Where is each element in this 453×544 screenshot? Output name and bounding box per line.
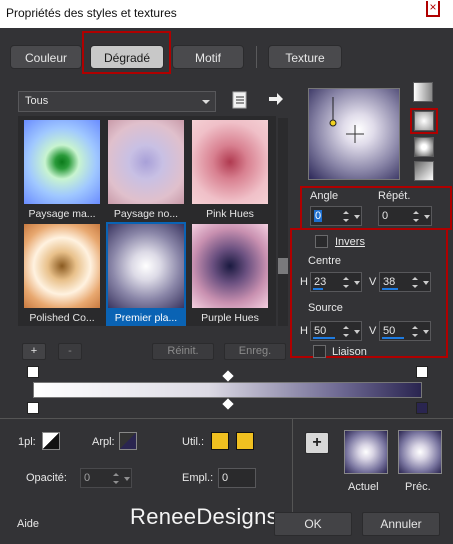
gallery-scrollbar[interactable] [278,118,288,326]
tab-motif[interactable]: Motif [172,45,244,69]
document-icon[interactable] [232,91,248,109]
opacity-label: Opacité: [26,472,67,484]
current-label: Actuel [348,481,379,493]
gallery-item[interactable]: Paysage no... [106,118,186,222]
reset-button[interactable]: Réinit. [152,343,214,360]
centre-v-spinbox[interactable]: 38 [379,272,431,292]
gallery-item-selected[interactable]: Premier pla... [106,222,186,326]
source-h-level [313,337,335,339]
panel-divider [292,418,293,516]
repeat-label: Répét. [378,190,411,202]
background-plane-label: Arpl: [92,436,115,448]
opacity-stop-left[interactable] [27,366,39,378]
user-color-swatch-2[interactable] [236,432,254,450]
source-v-level [382,337,404,339]
help-link[interactable]: Aide [17,518,39,530]
linear-gradient-mode-icon[interactable] [413,82,433,102]
angle-label: Angle [310,190,339,202]
gallery-filter-select[interactable]: Tous [18,91,216,112]
watermark-text: ReneeDesigns [130,504,278,529]
invert-checkbox[interactable] [315,235,328,248]
invert-label: Invers [335,236,365,248]
angle-spinbox[interactable]: 0 [310,206,362,226]
color-stop-right[interactable] [416,402,428,414]
gallery-item[interactable]: Purple Hues [190,222,270,326]
tab-couleur[interactable]: Couleur [10,45,82,69]
gallery-filter-value: Tous [25,95,49,107]
add-stop-button[interactable]: + [22,343,46,360]
source-v-label: V [369,325,377,337]
gallery-item[interactable]: Paysage ma... [22,118,102,222]
tab-degrade[interactable]: Dégradé [90,45,164,69]
gradient-bar[interactable] [33,382,422,398]
source-h-label: H [300,325,308,337]
source-v-spinbox[interactable]: 50 [379,321,431,341]
tab-separator [256,46,257,68]
location-label: Empl.: [182,472,214,484]
crosshair-icon [329,97,364,143]
centre-h-level [313,288,323,290]
tab-texture[interactable]: Texture [268,45,342,69]
user-color-swatch[interactable] [211,432,229,450]
centre-h-label: H [300,276,308,288]
foreground-plane-label: 1pl: [18,436,36,448]
cancel-button[interactable]: Annuler [362,512,440,536]
previous-gradient-swatch[interactable] [398,430,442,474]
remove-stop-button[interactable]: - [58,343,82,360]
gallery-item[interactable]: Pink Hues [190,118,270,222]
centre-label: Centre [308,255,342,267]
link-label: Liaison [332,346,367,358]
link-checkbox[interactable] [313,345,326,358]
gradient-gallery: Paysage ma... Paysage no... Pink Hues Po… [18,116,276,326]
color-stop-left[interactable] [27,402,39,414]
arrow-right-icon[interactable] [268,92,284,106]
user-color-label: Util.: [182,436,204,448]
scrollbar-thumb[interactable] [278,258,288,274]
ok-button[interactable]: OK [274,512,352,536]
location-field[interactable]: 0 [218,468,256,488]
opacity-stop-right[interactable] [416,366,428,378]
current-gradient-swatch[interactable] [344,430,388,474]
opacity-spinbox[interactable]: 0 [80,468,132,488]
source-h-spinbox[interactable]: 50 [310,321,362,341]
rectangular-gradient-mode-icon[interactable] [414,137,434,157]
radial-gradient-mode-icon[interactable] [414,111,434,131]
repeat-spinbox[interactable]: 0 [378,206,432,226]
corner-gradient-mode-icon[interactable] [414,161,434,181]
centre-h-spinbox[interactable]: 23 [310,272,362,292]
gradient-preview[interactable] [308,88,400,180]
save-gradient-button[interactable]: Enreg. [224,343,286,360]
chevron-down-icon [202,100,210,104]
gallery-item[interactable]: Polished Co... [22,222,102,326]
close-icon[interactable]: × [426,1,440,17]
foreground-swatch[interactable] [42,432,60,450]
centre-v-level [382,288,398,290]
centre-v-label: V [369,276,377,288]
background-swatch[interactable] [119,432,137,450]
source-label: Source [308,302,343,314]
add-to-swatches-button[interactable]: + [305,432,329,454]
window-title: Propriétés des styles et textures [6,6,177,20]
previous-label: Préc. [405,481,431,493]
